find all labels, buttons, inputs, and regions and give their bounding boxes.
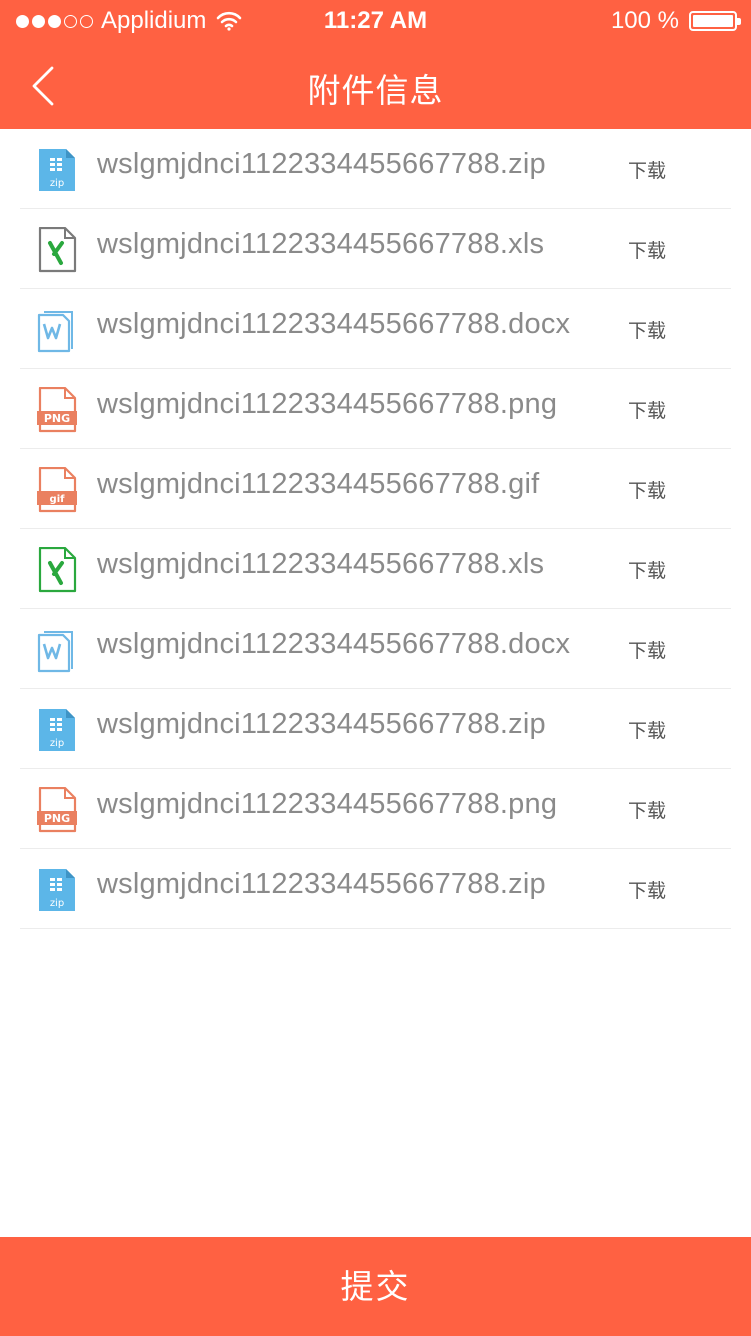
- svg-text:zip: zip: [50, 738, 64, 749]
- svg-text:zip: zip: [50, 898, 64, 909]
- attachment-row: zip wslgmjdnci1122334455667788.zip 下载: [20, 689, 731, 769]
- download-button[interactable]: 下载: [628, 156, 666, 183]
- svg-text:PNG: PNG: [44, 812, 70, 825]
- download-button[interactable]: 下载: [628, 556, 666, 583]
- excel-file-icon: [37, 226, 77, 273]
- status-bar: Applidium 11:27 AM 100 %: [0, 0, 751, 40]
- download-button[interactable]: 下载: [628, 236, 666, 263]
- attachment-row: zip wslgmjdnci1122334455667788.zip 下载: [20, 849, 731, 929]
- download-button[interactable]: 下载: [628, 316, 666, 343]
- page-title: 附件信息: [307, 72, 444, 109]
- file-name: wslgmjdnci1122334455667788.png: [97, 388, 558, 420]
- attachment-list: zip wslgmjdnci1122334455667788.zip 下载 ws…: [20, 129, 731, 929]
- download-button[interactable]: 下载: [628, 636, 666, 663]
- zip-file-icon: zip: [37, 867, 77, 913]
- png-file-icon: PNG: [37, 786, 77, 833]
- png-file-icon: PNG: [37, 386, 77, 433]
- navigation-bar: 附件信息: [0, 40, 751, 129]
- file-name: wslgmjdnci1122334455667788.docx: [97, 308, 571, 340]
- attachment-row: wslgmjdnci1122334455667788.docx 下载: [20, 289, 731, 369]
- download-button[interactable]: 下载: [628, 396, 666, 423]
- file-name: wslgmjdnci1122334455667788.zip: [97, 148, 546, 180]
- file-name: wslgmjdnci1122334455667788.zip: [97, 708, 546, 740]
- download-button[interactable]: 下载: [628, 716, 666, 743]
- zip-file-icon: zip: [37, 147, 77, 193]
- file-name: wslgmjdnci1122334455667788.xls: [97, 228, 545, 260]
- attachment-row: wslgmjdnci1122334455667788.xls 下载: [20, 529, 731, 609]
- header: Applidium 11:27 AM 100 % 附件信息: [0, 0, 751, 129]
- file-name: wslgmjdnci1122334455667788.docx: [97, 628, 571, 660]
- download-button[interactable]: 下载: [628, 796, 666, 823]
- file-name: wslgmjdnci1122334455667788.zip: [97, 868, 546, 900]
- attachment-row: PNG wslgmjdnci1122334455667788.png 下载: [20, 769, 731, 849]
- battery-icon: [689, 11, 741, 31]
- attachment-row: wslgmjdnci1122334455667788.docx 下载: [20, 609, 731, 689]
- attachment-row: zip wslgmjdnci1122334455667788.zip 下载: [20, 129, 731, 209]
- svg-text:gif: gif: [50, 494, 66, 505]
- gif-file-icon: gif: [37, 466, 77, 513]
- zip-file-icon: zip: [37, 707, 77, 753]
- download-button[interactable]: 下载: [628, 876, 666, 903]
- battery-percent: 100 %: [610, 7, 679, 34]
- file-name: wslgmjdnci1122334455667788.gif: [97, 468, 540, 500]
- attachment-row: wslgmjdnci1122334455667788.xls 下载: [20, 209, 731, 289]
- svg-text:PNG: PNG: [44, 412, 70, 425]
- word-file-icon: [37, 307, 77, 353]
- attachment-row: PNG wslgmjdnci1122334455667788.png 下载: [20, 369, 731, 449]
- file-name: wslgmjdnci1122334455667788.xls: [97, 548, 545, 580]
- word-file-icon: [37, 627, 77, 673]
- status-right: 100 %: [610, 7, 741, 35]
- svg-text:zip: zip: [50, 178, 64, 189]
- excel-file-icon: [37, 546, 77, 593]
- file-name: wslgmjdnci1122334455667788.png: [97, 788, 558, 820]
- download-button[interactable]: 下载: [628, 476, 666, 503]
- submit-button[interactable]: 提交: [0, 1237, 751, 1336]
- attachment-row: gif wslgmjdnci1122334455667788.gif 下载: [20, 449, 731, 529]
